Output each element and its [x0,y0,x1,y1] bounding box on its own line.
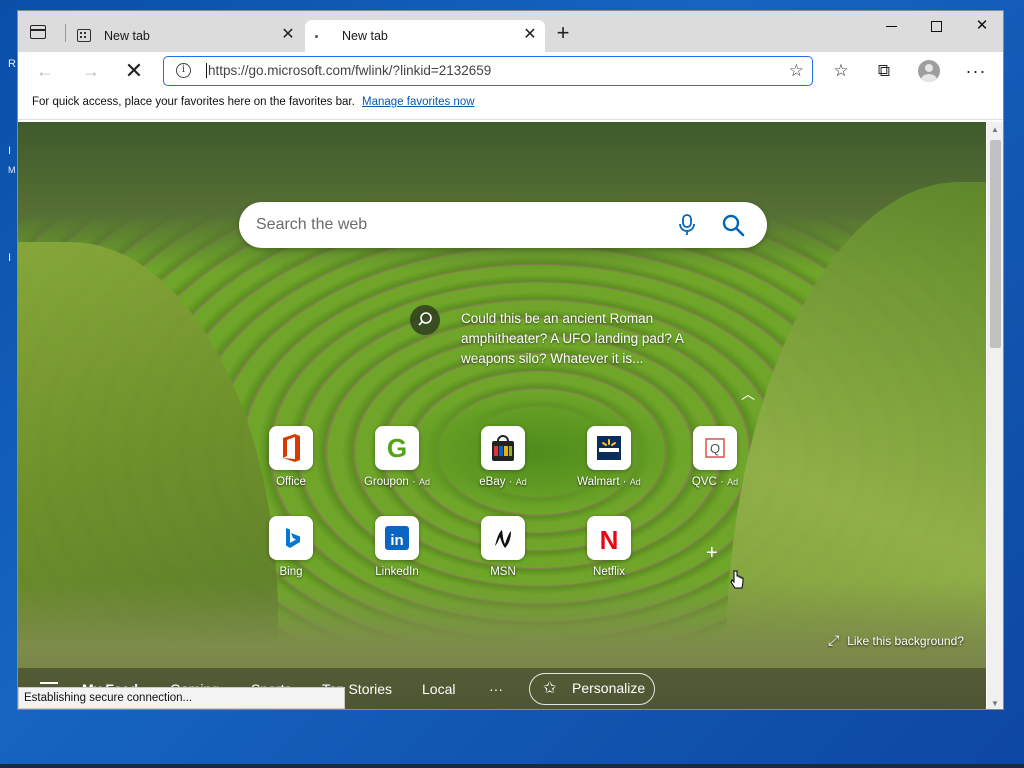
add-shortcut-icon[interactable]: + [706,542,718,565]
qvc-icon: Q [693,426,737,470]
tab-new-tab-1[interactable]: New tab ✕ [68,20,303,52]
svg-text:Q: Q [710,441,720,456]
desktop-letter: I [8,252,12,264]
scroll-up-icon[interactable]: ▲ [991,125,999,134]
ad-badge: Ad [418,477,430,487]
story-search-icon[interactable] [410,305,440,335]
tile-label: eBay [479,476,506,488]
url-text[interactable]: https://go.microsoft.com/fwlink/?linkid=… [206,63,491,78]
like-background-link[interactable]: ⤢ Like this background? [828,632,964,649]
personalize-label: Personalize [572,680,646,696]
forward-button[interactable]: → [78,58,104,84]
tab-close-icon[interactable]: ✕ [521,26,539,44]
netflix-icon: N [587,516,631,560]
msn-icon [481,516,525,560]
hand-cursor-icon [730,570,744,589]
navigation-toolbar: ← → ✕ i https://go.microsoft.com/fwlink/… [18,52,1003,90]
linkedin-icon: in [375,516,419,560]
tile-label: Groupon [363,476,409,488]
quicklink-msn[interactable]: MSN [465,516,541,578]
chevron-up-icon[interactable]: ︿ [741,384,755,404]
tab-actions-icon[interactable] [30,25,46,39]
svg-text:in: in [390,532,403,549]
tile-label: Netflix [593,566,625,578]
feed-more-button[interactable]: ··· [489,681,503,697]
quicklink-linkedin[interactable]: in LinkedIn [359,516,435,578]
tab-close-icon[interactable]: ✕ [279,26,297,44]
quicklink-groupon[interactable]: G Groupon · Ad [359,426,435,488]
walmart-icon [587,426,631,470]
ad-badge: Ad [515,477,527,487]
tab-title: New tab [342,29,388,43]
personalize-button[interactable]: ✩ Personalize [529,673,655,705]
scroll-down-icon[interactable]: ▼ [991,699,999,708]
ad-badge: Ad [727,477,739,487]
svg-text:N: N [600,525,619,555]
manage-favorites-link[interactable]: Manage favorites now [362,96,475,108]
quicklink-qvc[interactable]: Q QVC · Ad [677,426,753,488]
close-window-button[interactable]: ✕ [959,11,1003,41]
tab-strip: New tab ✕ New tab ✕ + ✕ [18,11,1003,52]
desktop-letter: R [8,58,16,70]
tab-new-tab-2[interactable]: New tab ✕ [305,20,545,52]
back-button[interactable]: ← [32,58,58,84]
quicklink-walmart[interactable]: Walmart · Ad [571,426,647,488]
settings-more-button[interactable]: ··· [965,60,987,82]
browser-window: New tab ✕ New tab ✕ + ✕ ← → ✕ i https://… [17,10,1004,710]
web-search-box[interactable]: Search the web [239,202,767,248]
bing-icon [269,516,313,560]
ad-badge: Ad [629,477,641,487]
address-bar[interactable]: i https://go.microsoft.com/fwlink/?linki… [163,56,813,86]
tile-label: LinkedIn [375,566,419,578]
desktop-icons-edge: R I M I [0,0,18,768]
site-info-icon[interactable]: i [176,63,191,78]
quicklink-office[interactable]: Office [253,426,329,488]
search-input[interactable]: Search the web [256,216,367,234]
like-background-label: Like this background? [847,634,964,648]
microphone-icon[interactable] [677,214,697,236]
ebay-icon [481,426,525,470]
profile-avatar[interactable] [918,60,940,82]
scrollbar-thumb[interactable] [990,140,1001,348]
loading-dot-icon [315,35,318,38]
add-favorite-icon[interactable]: ☆ [789,61,804,81]
quicklink-netflix[interactable]: N Netflix [571,516,647,578]
tab-title: New tab [104,29,150,43]
taskbar [0,764,1024,768]
quicklink-ebay[interactable]: eBay · Ad [465,426,541,488]
feed-tab-local[interactable]: Local [422,681,455,697]
new-tab-page: Search the web Could this be an ancient … [18,122,986,709]
groupon-icon: G [375,426,419,470]
tile-label: Office [276,476,306,488]
page-scrollbar[interactable]: ▲ ▼ [987,122,1003,709]
favorites-icon[interactable]: ☆ [830,60,852,82]
newtab-page-icon [77,29,91,42]
minimize-button[interactable] [868,11,914,41]
svg-text:G: G [387,433,407,463]
tile-label: Bing [279,566,303,578]
favorites-hint-text: For quick access, place your favorites h… [32,96,355,108]
new-tab-button[interactable]: + [552,22,574,45]
background-story-link[interactable]: Could this be an ancient Roman amphithea… [461,309,721,369]
favorites-bar-hint: For quick access, place your favorites h… [18,90,1003,120]
office-icon [269,426,313,470]
status-bubble: Establishing secure connection... [18,687,345,709]
stop-loading-button[interactable]: ✕ [121,58,147,84]
tile-label: QVC [691,476,717,488]
desktop-letter: I [8,145,12,157]
desktop-letter: M [8,165,16,175]
maximize-button[interactable] [913,11,959,41]
tab-divider [65,24,66,42]
star-edit-icon: ✩ [543,680,557,697]
tile-label: MSN [490,566,516,578]
collections-icon[interactable]: ⧉ [873,60,895,82]
expand-icon: ⤢ [828,632,840,648]
quicklink-bing[interactable]: Bing [253,516,329,578]
search-icon[interactable] [721,213,745,237]
tile-label: Walmart [577,476,620,488]
